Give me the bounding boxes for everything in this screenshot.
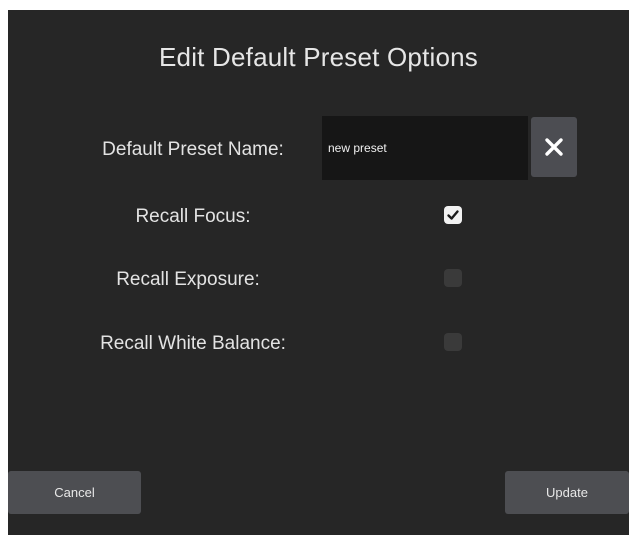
checkmark-icon xyxy=(447,210,459,220)
recall-exposure-label: Recall Exposure: xyxy=(116,269,260,290)
preset-name-label: Default Preset Name: xyxy=(102,139,284,160)
recall-white-balance-checkbox[interactable] xyxy=(444,333,462,351)
dialog-title: Edit Default Preset Options xyxy=(159,42,478,72)
recall-white-balance-label: Recall White Balance: xyxy=(100,333,286,354)
edit-preset-dialog: Edit Default Preset Options Default Pres… xyxy=(8,10,629,535)
recall-exposure-checkbox[interactable] xyxy=(444,269,462,287)
recall-focus-checkbox[interactable] xyxy=(444,206,462,224)
cancel-button[interactable]: Cancel xyxy=(8,471,141,514)
update-button[interactable]: Update xyxy=(505,471,629,514)
recall-focus-label: Recall Focus: xyxy=(135,206,251,227)
clear-name-button[interactable] xyxy=(531,117,577,177)
close-icon xyxy=(545,138,563,156)
preset-name-input[interactable] xyxy=(322,116,528,180)
